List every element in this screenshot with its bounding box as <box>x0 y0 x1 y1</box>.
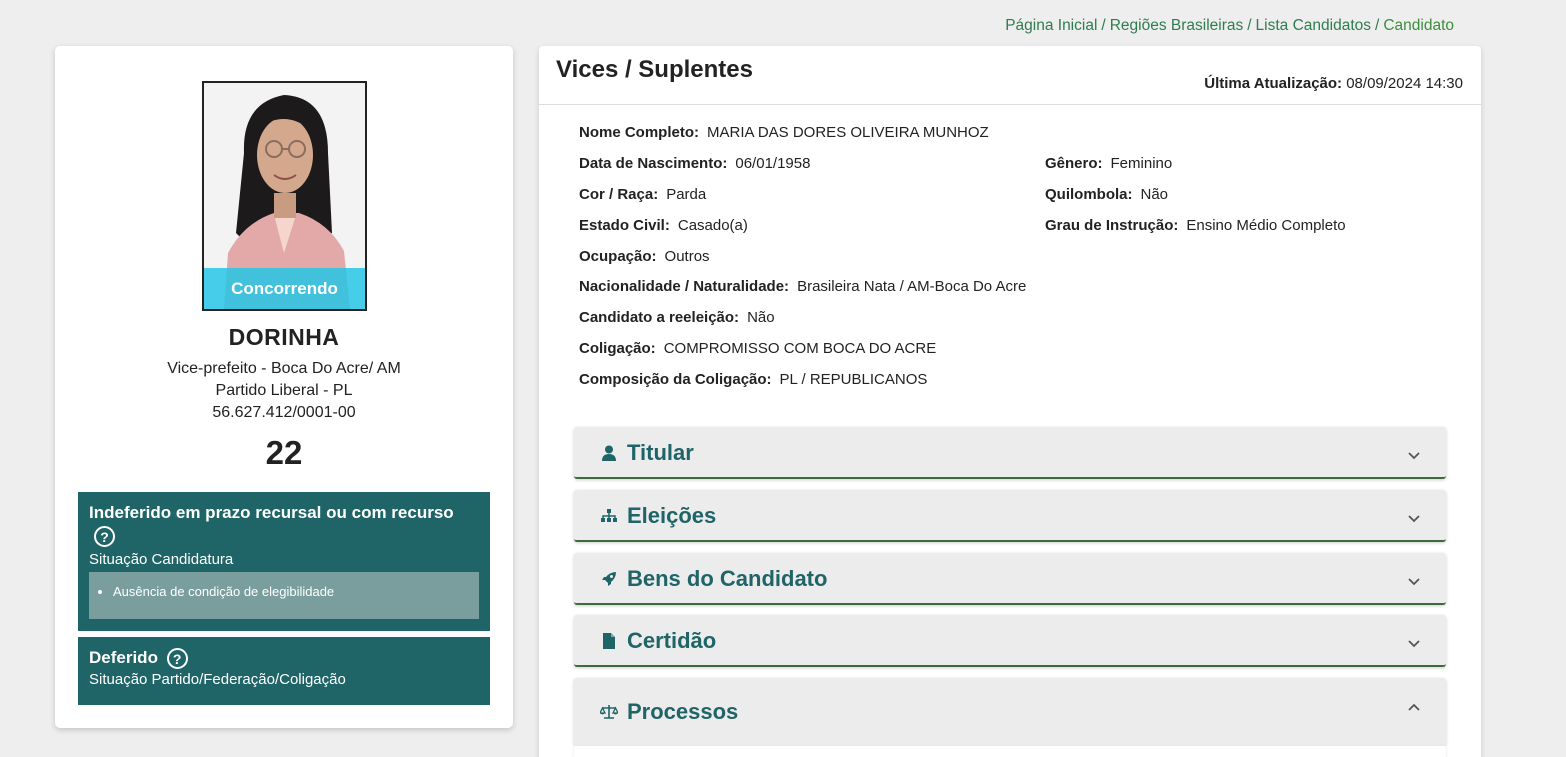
accordion-label: Eleições <box>627 503 717 528</box>
detail-label: Data de Nascimento: <box>579 155 728 172</box>
detail-value: Casado(a) <box>677 217 748 234</box>
rocket-icon <box>600 571 618 587</box>
accordion-label: Titular <box>627 440 694 465</box>
detail-label: Nome Completo: <box>579 124 699 141</box>
last-update: Última Atualização: 08/09/2024 14:30 <box>1204 75 1463 92</box>
detail-value: 06/01/1958 <box>735 155 811 172</box>
accordion-label: Certidão <box>627 628 717 653</box>
party-status-box: Deferido ? Situação Partido/Federação/Co… <box>78 637 490 705</box>
breadcrumb-separator: / <box>1101 17 1106 34</box>
sitemap-icon <box>600 509 618 523</box>
detail-birth-date: Data de Nascimento: 06/01/1958 <box>579 155 810 172</box>
vices-panel: Vices / Suplentes Última Atualização: 08… <box>539 46 1481 757</box>
scale-balance-icon <box>600 704 618 720</box>
detail-education: Grau de Instrução: Ensino Médio Completo <box>1045 217 1346 234</box>
detail-label: Nacionalidade / Naturalidade: <box>579 278 790 295</box>
candidacy-status-title: Indeferido em prazo recursal ou com recu… <box>89 502 479 548</box>
detail-label: Quilombola: <box>1045 186 1133 203</box>
detail-quilombola: Quilombola: Não <box>1045 186 1168 203</box>
detail-nationality: Nacionalidade / Naturalidade: Brasileira … <box>579 278 1026 295</box>
detail-marital-status: Estado Civil: Casado(a) <box>579 217 748 234</box>
accordion-processos[interactable]: Processos <box>574 678 1446 746</box>
chevron-down-icon[interactable] <box>1406 573 1422 589</box>
candidate-card: Concorrendo DORINHA Vice-prefeito - Boca… <box>55 46 513 728</box>
detail-label: Coligação: <box>579 340 656 357</box>
last-update-label: Última Atualização: <box>1204 75 1343 92</box>
file-icon <box>600 633 618 649</box>
detail-label: Cor / Raça: <box>579 186 659 203</box>
accordion-title: Processos <box>600 699 738 725</box>
detail-reelection: Candidato a reeleição: Não <box>579 309 775 326</box>
detail-coalition-composition: Composição da Coligação: PL / REPUBLICANO… <box>579 371 927 388</box>
last-update-value: 08/09/2024 14:30 <box>1346 75 1463 92</box>
detail-value: PL / REPUBLICANOS <box>779 371 928 388</box>
detail-value: Outros <box>664 248 710 265</box>
detail-full-name: Nome Completo: MARIA DAS DORES OLIVEIRA M… <box>579 124 989 141</box>
candidate-name: DORINHA <box>228 324 340 350</box>
accordion-label: Processos <box>627 699 739 724</box>
candidacy-reasons-list: Ausência de condição de elegibilidade <box>89 572 479 620</box>
accordion-title: Titular <box>600 440 694 466</box>
chevron-up-icon[interactable] <box>1406 700 1422 716</box>
detail-value: Ensino Médio Completo <box>1186 217 1346 234</box>
party-status-text: Deferido <box>89 648 158 667</box>
detail-label: Estado Civil: <box>579 217 670 234</box>
panel-title: Vices / Suplentes <box>556 56 753 83</box>
panel-header: Vices / Suplentes Última Atualização: 08… <box>539 46 1481 105</box>
detail-value: Feminino <box>1110 155 1173 172</box>
breadcrumb-current: Candidato <box>1383 17 1454 34</box>
party-status-title: Deferido ? <box>89 647 479 670</box>
breadcrumb-separator: / <box>1375 17 1380 34</box>
help-icon[interactable]: ? <box>94 526 115 548</box>
breadcrumb: Página Inicial / Regiões Brasileiras / Lista… <box>1005 17 1454 35</box>
candidate-number: 22 <box>265 434 303 471</box>
user-icon <box>600 445 618 461</box>
candidacy-status-text: Indeferido em prazo recursal ou com recu… <box>89 503 454 522</box>
candidate-status-overlay: Concorrendo <box>204 268 365 309</box>
detail-label: Grau de Instrução: <box>1045 217 1179 234</box>
candidacy-status-box: Indeferido em prazo recursal ou com recu… <box>78 492 490 631</box>
list-item: Ausência de condição de elegibilidade <box>113 584 469 599</box>
accordion-label: Bens do Candidato <box>627 566 828 591</box>
accordion-eleicoes[interactable]: Eleições <box>574 490 1446 542</box>
detail-gender: Gênero: Feminino <box>1045 155 1172 172</box>
candidacy-status-label: Situação Candidatura <box>89 551 234 569</box>
accordion-title: Eleições <box>600 503 716 529</box>
detail-value: Não <box>1140 186 1169 203</box>
detail-occupation: Ocupação: Outros <box>579 248 710 265</box>
detail-race: Cor / Raça: Parda <box>579 186 706 203</box>
detail-value: Não <box>747 309 775 326</box>
breadcrumb-regions[interactable]: Regiões Brasileiras <box>1110 17 1244 34</box>
candidate-photo: Concorrendo <box>202 81 367 311</box>
accordion-titular[interactable]: Titular <box>574 427 1446 479</box>
detail-value: Brasileira Nata / AM-Boca Do Acre <box>797 278 1027 295</box>
accordion-bens[interactable]: Bens do Candidato <box>574 553 1446 605</box>
chevron-down-icon[interactable] <box>1406 635 1422 651</box>
chevron-down-icon[interactable] <box>1406 447 1422 463</box>
detail-label: Gênero: <box>1045 155 1103 172</box>
help-icon[interactable]: ? <box>166 648 188 670</box>
detail-value: COMPROMISSO COM BOCA DO ACRE <box>663 340 937 357</box>
accordion-title: Certidão <box>600 628 716 654</box>
detail-coalition: Coligação: COMPROMISSO COM BOCA DO ACRE <box>579 340 936 357</box>
breadcrumb-home[interactable]: Página Inicial <box>1005 17 1097 34</box>
accordion-certidao[interactable]: Certidão <box>574 615 1446 667</box>
candidate-cnpj: 56.627.412/0001-00 <box>212 404 356 421</box>
party-status-label: Situação Partido/Federação/Coligação <box>89 671 346 689</box>
detail-label: Composição da Coligação: <box>579 371 772 388</box>
breadcrumb-candidate-list[interactable]: Lista Candidatos <box>1256 17 1371 34</box>
accordion-processos-body <box>574 746 1446 757</box>
candidate-role: Vice-prefeito - Boca Do Acre/ AM <box>167 360 401 377</box>
candidate-party: Partido Liberal - PL <box>215 382 353 399</box>
detail-label: Ocupação: <box>579 248 657 265</box>
chevron-down-icon[interactable] <box>1406 510 1422 526</box>
detail-value: MARIA DAS DORES OLIVEIRA MUNHOZ <box>707 124 989 141</box>
breadcrumb-separator: / <box>1247 17 1252 34</box>
accordion-title: Bens do Candidato <box>600 566 827 592</box>
detail-label: Candidato a reeleição: <box>579 309 740 326</box>
detail-value: Parda <box>666 186 707 203</box>
